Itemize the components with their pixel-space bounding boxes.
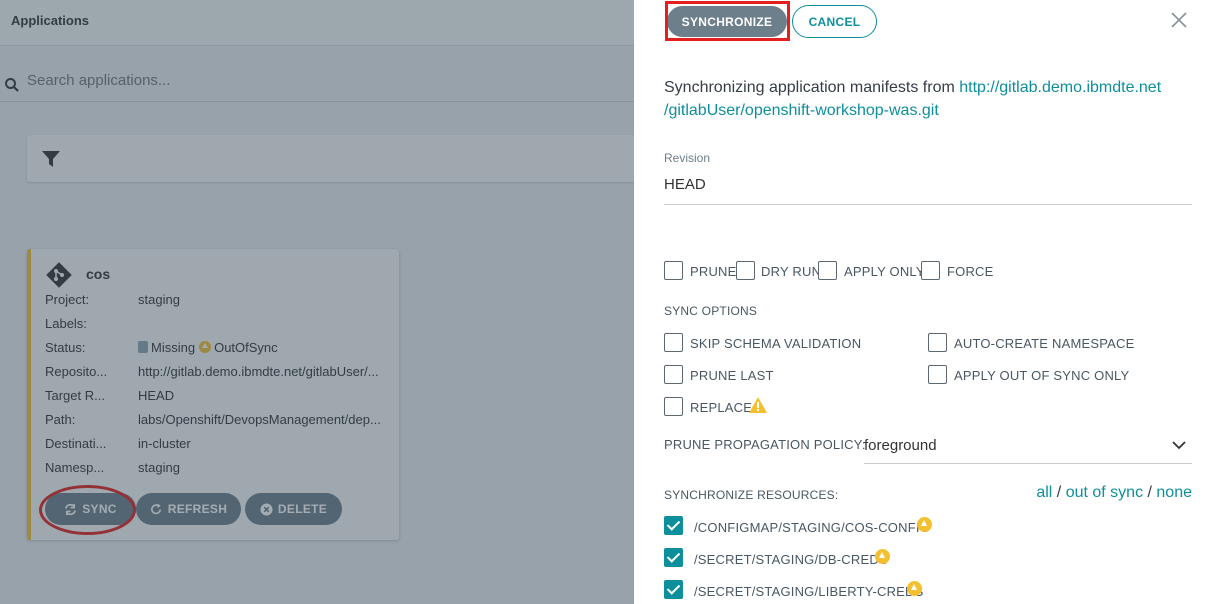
warning-icon [749,397,767,413]
resource-checkbox[interactable] [664,548,683,567]
auto-create-namespace-label: AUTO-CREATE NAMESPACE [954,336,1135,351]
auto-create-namespace-checkbox[interactable] [928,333,947,352]
apply-out-of-sync-only-label: APPLY OUT OF SYNC ONLY [954,368,1130,383]
sync-description: Synchronizing application manifests from… [664,76,1194,122]
sync-options-title: SYNC OPTIONS [664,304,758,318]
revision-label: Revision [664,151,711,165]
close-icon[interactable] [1170,11,1188,29]
synchronize-resources-label: SYNCHRONIZE RESOURCES: [664,488,839,502]
repo-url-line1: http://gitlab.demo.ibmdte.net [959,79,1162,96]
cancel-button[interactable]: CANCEL [792,5,877,38]
modal-overlay[interactable] [0,0,634,604]
prune-policy-value: foreground [864,437,937,454]
synchronize-button[interactable]: SYNCHRONIZE [667,6,787,37]
select-all-link[interactable]: all [1036,484,1052,501]
out-of-sync-icon [875,549,890,564]
intro-text: Synchronizing application manifests from [664,79,960,96]
select-none-link[interactable]: none [1156,484,1192,501]
link-separator: / [1052,484,1066,501]
prune-label: PRUNE [690,264,737,279]
resource-select-links: all / out of sync / none [1036,484,1192,502]
replace-label: REPLACE [690,400,753,415]
force-label: FORCE [947,264,994,279]
chevron-down-icon [1172,441,1186,450]
prune-propagation-policy-select[interactable]: foreground [864,428,1192,464]
resource-label: /SECRET/STAGING/LIBERTY-CREDS [694,584,924,599]
resource-label: /SECRET/STAGING/DB-CREDS [694,552,888,567]
link-separator: / [1143,484,1157,501]
force-checkbox[interactable] [921,261,940,280]
revision-input[interactable]: HEAD [664,168,1192,205]
out-of-sync-icon [907,581,922,596]
skip-schema-validation-label: SKIP SCHEMA VALIDATION [690,336,862,351]
repo-url-line2: /gitlabUser/openshift-workshop-was.git [664,102,939,119]
select-out-of-sync-link[interactable]: out of sync [1066,484,1143,501]
prune-last-checkbox[interactable] [664,365,683,384]
resource-checkbox[interactable] [664,516,683,535]
replace-checkbox[interactable] [664,397,683,416]
prune-checkbox[interactable] [664,261,683,280]
apply-only-label: APPLY ONLY [844,264,925,279]
dry-run-label: DRY RUN [761,264,822,279]
apply-out-of-sync-only-checkbox[interactable] [928,365,947,384]
sync-panel: SYNCHRONIZE CANCEL Synchronizing applica… [634,0,1219,604]
resource-label: /CONFIGMAP/STAGING/COS-CONFIG [694,520,930,535]
out-of-sync-icon [917,517,932,532]
resource-checkbox[interactable] [664,580,683,599]
apply-only-checkbox[interactable] [818,261,837,280]
dry-run-checkbox[interactable] [736,261,755,280]
prune-last-label: PRUNE LAST [690,368,774,383]
skip-schema-validation-checkbox[interactable] [664,333,683,352]
prune-propagation-policy-label: PRUNE PROPAGATION POLICY: [664,437,866,452]
